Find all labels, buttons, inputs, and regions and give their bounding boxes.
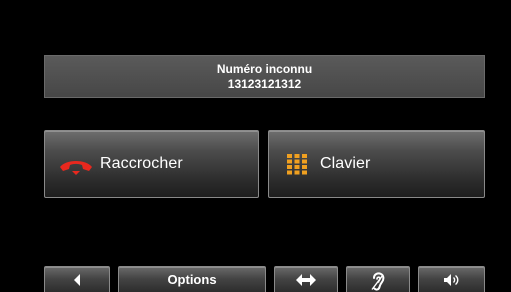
back-arrow-icon: [72, 273, 82, 287]
keypad-label: Clavier: [320, 155, 371, 172]
speaker-icon: [443, 273, 461, 287]
options-label: Options: [167, 272, 217, 287]
caller-info-banner: Numéro inconnu 13123121312: [44, 55, 485, 98]
back-button[interactable]: [44, 266, 110, 292]
hearing-aid-icon: [370, 271, 386, 291]
keypad-grid-icon: [286, 153, 314, 175]
hangup-phone-icon: [58, 152, 94, 176]
caller-name: Numéro inconnu: [216, 61, 313, 76]
transfer-button[interactable]: [274, 266, 338, 292]
hangup-label: Raccrocher: [100, 155, 183, 172]
call-screen: Numéro inconnu 13123121312 Raccrocher Cl…: [0, 0, 511, 292]
volume-button[interactable]: [418, 266, 485, 292]
transfer-arrows-icon: [295, 273, 317, 287]
options-button[interactable]: Options: [118, 266, 266, 292]
keypad-button[interactable]: Clavier: [268, 130, 485, 198]
caller-number: 13123121312: [227, 76, 302, 91]
hangup-button[interactable]: Raccrocher: [44, 130, 259, 198]
hearing-aid-button[interactable]: [346, 266, 410, 292]
